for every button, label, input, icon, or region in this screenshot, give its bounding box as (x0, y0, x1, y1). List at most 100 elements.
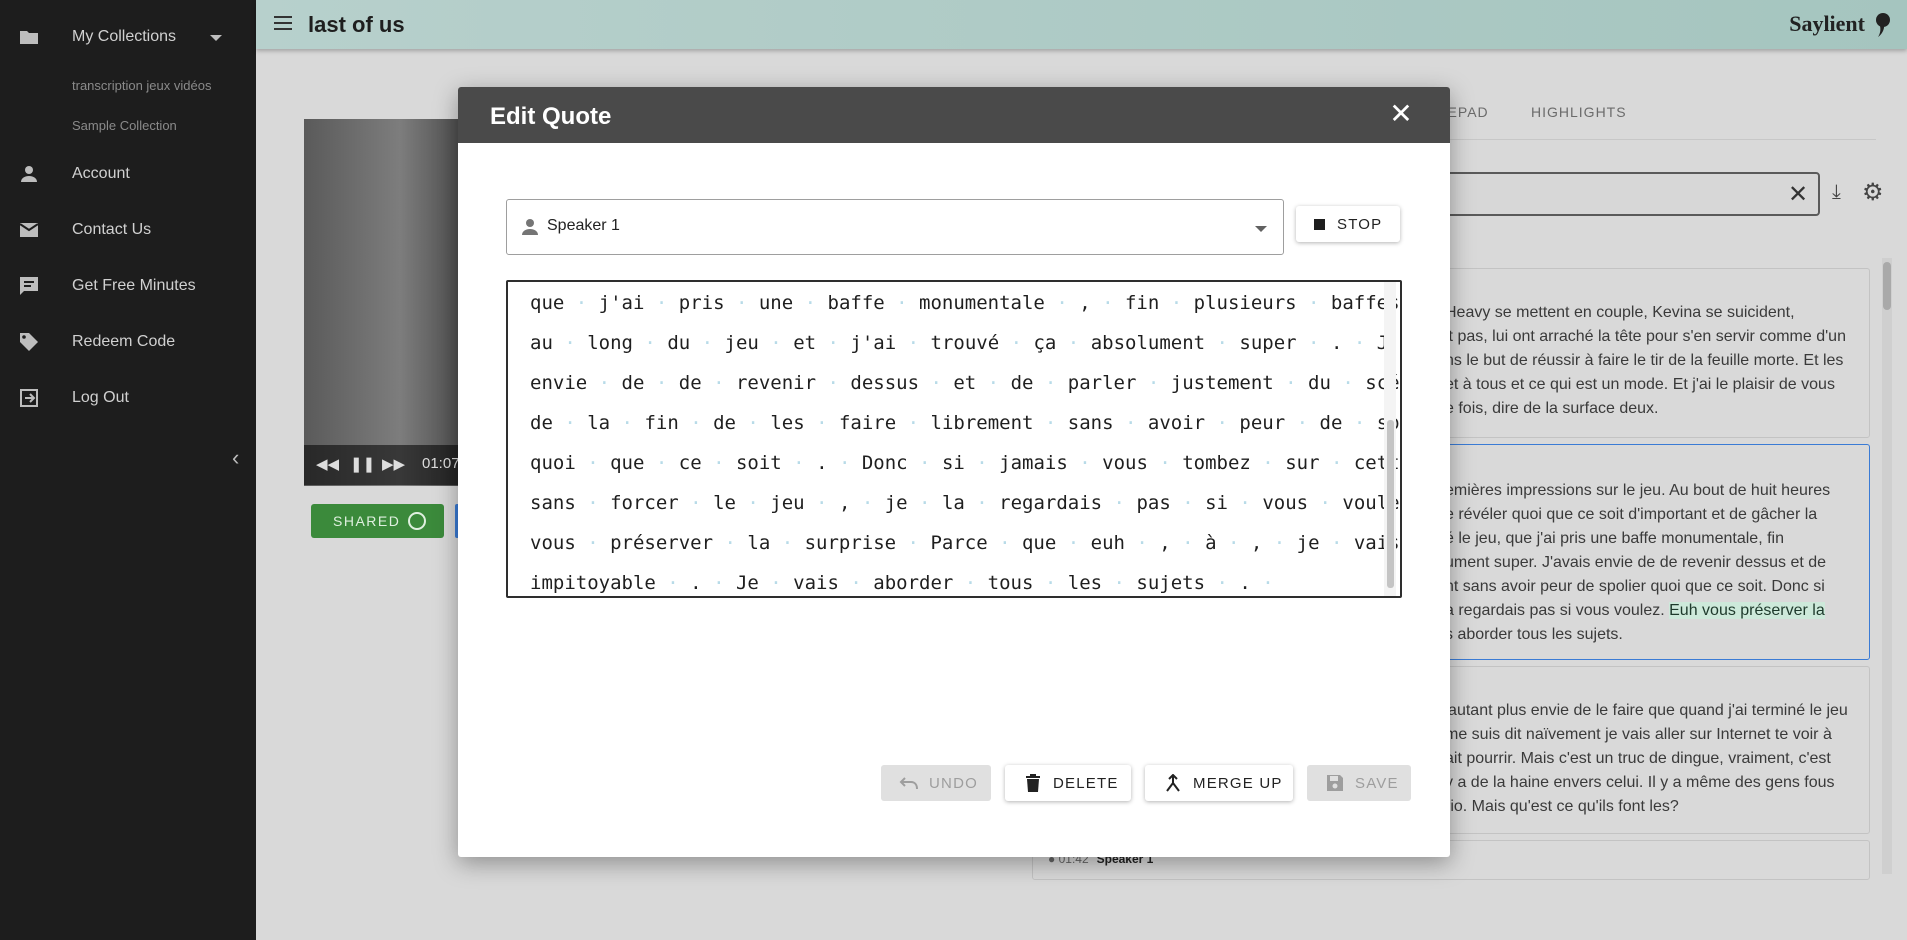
editor-line: impitoyable · . · Je · vais · aborder · … (530, 572, 1286, 594)
word-separator: · (1067, 452, 1103, 474)
sidebar-item-free-minutes[interactable]: Get Free Minutes (0, 264, 256, 308)
close-icon[interactable]: ✕ (1388, 100, 1414, 128)
card-line: a regardais pas si vous voulez. Euh vous… (1445, 599, 1865, 623)
mail-icon (18, 219, 40, 241)
word-separator: · (896, 412, 931, 434)
chat-icon (18, 275, 40, 297)
editor-line: que · j'ai · pris · une · baffe · monume… (530, 292, 1400, 314)
word-separator: · (1285, 412, 1320, 434)
globe-icon (408, 512, 427, 530)
word-separator: · (907, 452, 942, 474)
word-separator: · (976, 372, 1011, 394)
pause-icon[interactable]: ❚❚ (350, 455, 375, 473)
scrollbar-thumb[interactable] (1883, 262, 1891, 310)
video-controls: ◀◀ ❚❚ ▶▶ 01:07 (304, 445, 464, 485)
word-separator: · (701, 452, 736, 474)
chevron-down-icon[interactable] (210, 35, 222, 41)
save-button[interactable]: SAVE (1307, 765, 1411, 801)
word-separator: · (793, 292, 828, 314)
merge-label: MERGE UP (1193, 774, 1283, 792)
card-line: Heavy se mettent en couple, Kevina se su… (1445, 304, 1795, 321)
undo-button[interactable]: UNDO (881, 765, 991, 801)
save-icon (1325, 773, 1345, 793)
word-separator: · (575, 532, 611, 554)
sidebar-item-label: Log Out (72, 389, 129, 406)
shared-label: SHARED (333, 513, 401, 529)
word-separator: · (552, 412, 588, 434)
stop-button[interactable]: STOP (1296, 206, 1400, 242)
word-separator: · (1342, 412, 1377, 434)
word-separator: · (552, 332, 588, 354)
sidebar-item-label: Contact Us (72, 221, 152, 238)
word-separator: · (816, 372, 851, 394)
editor-line: envie · de · de · revenir · dessus · et … (530, 372, 1400, 394)
word-separator: · (701, 372, 736, 394)
clear-search-icon[interactable]: ✕ (1788, 180, 1808, 209)
word-separator: · (610, 412, 645, 434)
card-line: et à tous et ce qui est un mode. Et j'ai… (1445, 376, 1835, 393)
page-title: last of us (308, 12, 405, 37)
sidebar-item-contact[interactable]: Contact Us (0, 208, 256, 252)
collections-label: My Collections (72, 28, 177, 45)
word-separator: · (655, 572, 691, 594)
rewind-icon[interactable]: ◀◀ (316, 455, 339, 473)
sidebar-item-redeem[interactable]: Redeem Code (0, 320, 256, 364)
word-separator: · (964, 452, 1000, 474)
tab-highlights[interactable]: HIGHLIGHTS (1531, 104, 1627, 120)
word-separator: · (735, 492, 771, 514)
menu-icon[interactable] (274, 16, 292, 30)
word-separator: · (1124, 532, 1160, 554)
app-bar: last of us Saylient (256, 0, 1907, 49)
word-separator: · (644, 292, 679, 314)
word-separator: · (735, 412, 771, 434)
word-separator: · (758, 572, 794, 594)
merge-up-button[interactable]: MERGE UP (1145, 765, 1293, 801)
chevron-left-icon[interactable]: ‹ (232, 447, 252, 469)
quote-text-editor[interactable]: que · j'ai · pris · une · baffe · monume… (506, 280, 1402, 598)
word-separator: · (1033, 372, 1068, 394)
word-separator: · (1205, 572, 1240, 594)
word-separator: · (1205, 332, 1240, 354)
word-separator: · (724, 292, 759, 314)
save-label: SAVE (1355, 774, 1399, 792)
stop-label: STOP (1337, 215, 1383, 233)
card-line: me suis dit naïvement je vais aller sur … (1445, 726, 1832, 743)
word-separator: · (690, 332, 725, 354)
word-separator: · (1319, 532, 1354, 554)
scrollbar[interactable] (1882, 258, 1892, 874)
sidebar-item-account[interactable]: Account (0, 152, 256, 196)
word-separator: · (1056, 332, 1091, 354)
video-player[interactable] (304, 119, 464, 486)
shared-button[interactable]: SHARED (311, 504, 444, 538)
delete-button[interactable]: DELETE (1005, 765, 1131, 801)
word-separator: · (816, 332, 851, 354)
word-separator: · (1170, 492, 1206, 514)
word-separator: · (1113, 412, 1148, 434)
collection-item[interactable]: transcription jeux vidéos (72, 78, 211, 93)
sidebar-item-logout[interactable]: Log Out (0, 376, 256, 420)
word-separator: · (896, 532, 931, 554)
word-separator: · (987, 532, 1022, 554)
word-separator: · (575, 492, 611, 514)
word-separator: · (1319, 452, 1354, 474)
word-separator: · (1227, 492, 1263, 514)
gear-icon[interactable]: ⚙ (1862, 178, 1884, 207)
card-line: é le jeu, que j'ai pris une baffe monume… (1445, 530, 1784, 547)
speaker-select[interactable]: Speaker 1 (506, 199, 1284, 255)
fast-forward-icon[interactable]: ▶▶ (382, 455, 405, 473)
editor-scrollbar-thumb[interactable] (1387, 420, 1394, 588)
word-separator: · (781, 452, 817, 474)
word-separator: · (1159, 292, 1194, 314)
word-separator: · (758, 332, 794, 354)
word-separator: · (1262, 532, 1297, 554)
editor-line: vous · préserver · la · surprise · Parce… (530, 532, 1400, 554)
card-line: it pas, lui ont arraché la tête pour s'e… (1445, 328, 1846, 345)
download-icon[interactable]: ⤓ (1832, 181, 1841, 204)
sidebar: My Collections transcription jeux vidéos… (0, 0, 256, 940)
card-line: ait pourrir. Mais c'est un truc de dingu… (1445, 750, 1831, 767)
sidebar-item-label: Redeem Code (72, 333, 176, 350)
word-separator: · (953, 572, 988, 594)
collection-item[interactable]: Sample Collection (72, 118, 177, 133)
dialog-header: Edit Quote ✕ (458, 87, 1450, 143)
word-separator: · (1216, 532, 1251, 554)
